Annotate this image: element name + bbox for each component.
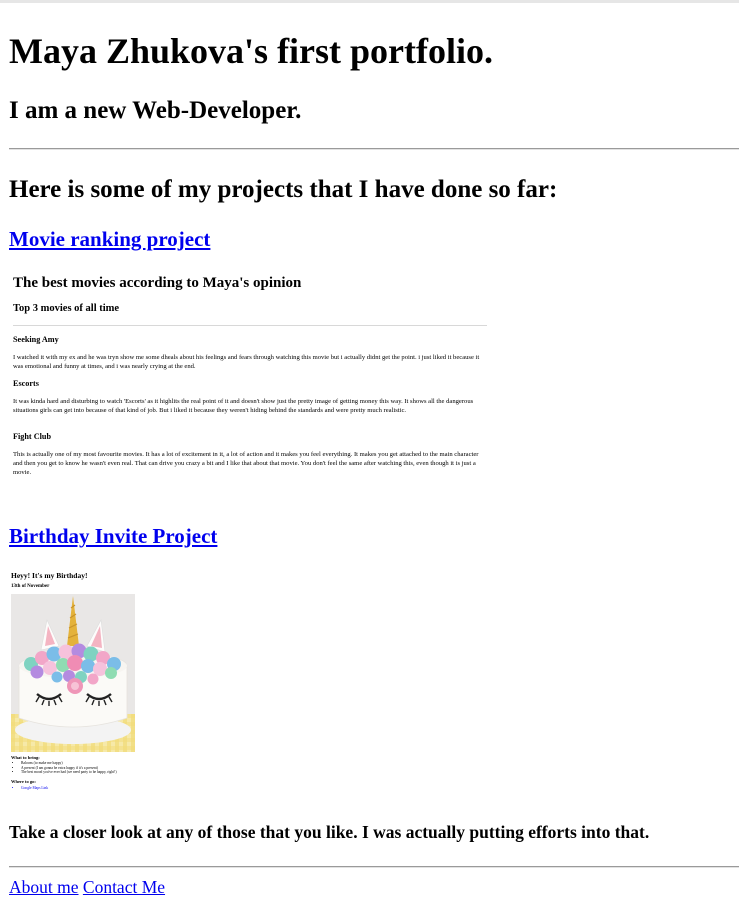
page-title: Maya Zhukova's first portfolio. bbox=[9, 31, 494, 71]
movie-preview-item-3-text: This is actually one of my most favourit… bbox=[13, 451, 479, 476]
movie-project-preview-image: The best movies according to Maya's opin… bbox=[9, 265, 491, 491]
movie-preview-item-1-text: I watched it with my ex and he was tryn … bbox=[13, 354, 480, 370]
birthday-project-link[interactable]: Birthday Invite Project bbox=[9, 522, 217, 550]
list-item: Google Maps Link bbox=[21, 786, 48, 791]
birthday-preview-what-list: Baloons (to make me happy) A present (I … bbox=[17, 761, 161, 775]
movie-project-link[interactable]: Movie ranking project bbox=[9, 225, 210, 253]
movie-preview-subtitle: Top 3 movies of all time bbox=[13, 303, 120, 314]
movie-preview-item-2-text: It was kinda hard and disturbing to watc… bbox=[13, 398, 474, 414]
contact-me-link[interactable]: Contact Me bbox=[83, 877, 165, 897]
birthday-preview-map-link: Google Maps Link bbox=[21, 786, 49, 790]
divider-top bbox=[9, 148, 739, 150]
movie-preview-divider bbox=[13, 325, 487, 326]
birthday-preview-date: 13th of November bbox=[11, 584, 50, 589]
unicorn-cake-image bbox=[11, 594, 135, 752]
birthday-project-preview-image: Heyy! It's my Birthday! 13th of November bbox=[9, 568, 189, 798]
page-subtitle: I am a new Web-Developer. bbox=[9, 97, 302, 124]
movie-preview-item-2-name: Escorts bbox=[13, 379, 39, 388]
birthday-preview-title: Heyy! It's my Birthday! bbox=[11, 571, 88, 580]
divider-bottom bbox=[9, 866, 739, 868]
birthday-preview-where-list: Google Maps Link bbox=[17, 786, 48, 791]
footer-links: About me Contact Me bbox=[9, 877, 165, 898]
about-me-link[interactable]: About me bbox=[9, 877, 79, 897]
movie-preview-title: The best movies according to Maya's opin… bbox=[13, 275, 302, 291]
projects-heading: Here is some of my projects that I have … bbox=[9, 176, 558, 203]
birthday-preview-what-heading: What to bring: bbox=[11, 755, 40, 760]
movie-preview-item-3-name: Fight Club bbox=[13, 432, 51, 441]
movie-preview-item-1-name: Seeking Amy bbox=[13, 335, 59, 344]
birthday-preview-where-heading: Where to go: bbox=[11, 779, 36, 784]
list-item: The best mood you've ever had (we need p… bbox=[21, 770, 161, 775]
window-top-border bbox=[0, 0, 739, 3]
closing-text: Take a closer look at any of those that … bbox=[9, 822, 650, 842]
